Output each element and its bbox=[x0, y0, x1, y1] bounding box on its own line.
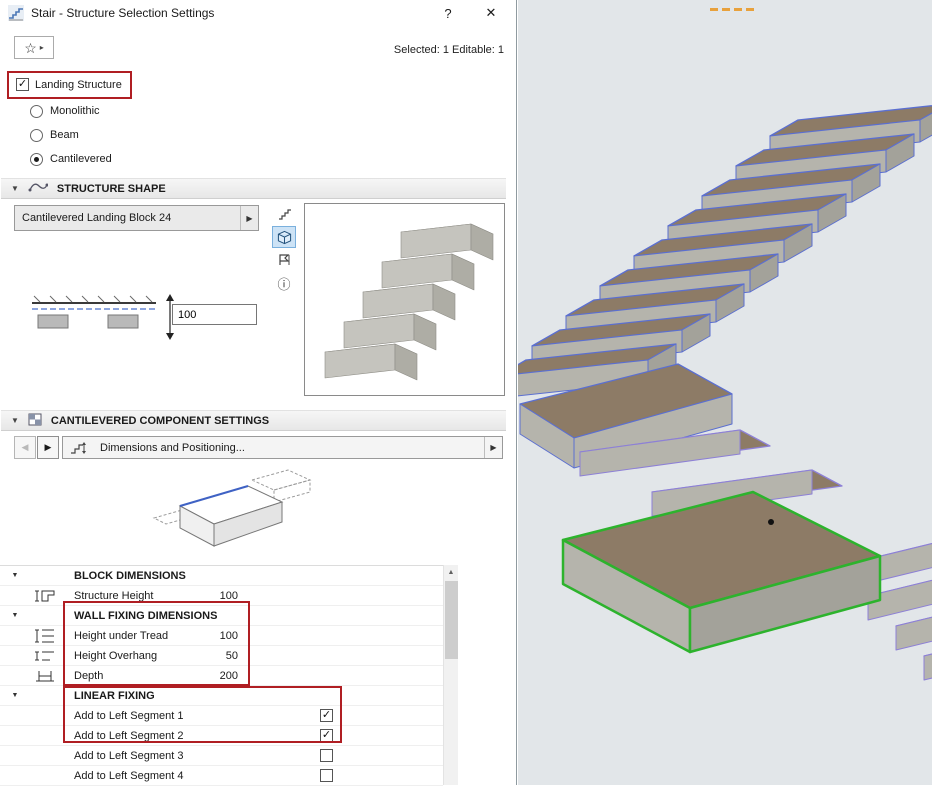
favorites-arrow-icon: ▸ bbox=[40, 43, 44, 52]
table-row[interactable]: Structure Height 100 bbox=[0, 586, 443, 606]
dropdown-value: Dimensions and Positioning... bbox=[93, 442, 478, 454]
radio-button[interactable] bbox=[30, 129, 43, 142]
row-label: BLOCK DIMENSIONS bbox=[74, 570, 186, 582]
radio-beam[interactable]: Beam bbox=[30, 127, 79, 143]
window-title: Stair - Structure Selection Settings bbox=[31, 6, 214, 20]
row-label: Height Overhang bbox=[74, 650, 157, 662]
landing-structure-label: Landing Structure bbox=[35, 79, 122, 91]
row-label: Add to Left Segment 3 bbox=[74, 750, 183, 762]
table-row[interactable]: Add to Left Segment 4 bbox=[0, 766, 443, 786]
collapse-triangle-icon[interactable]: ▼ bbox=[0, 612, 30, 619]
row-value[interactable]: 50 bbox=[168, 650, 238, 662]
collapse-triangle-icon[interactable]: ▼ bbox=[11, 184, 19, 193]
row-label: Add to Left Segment 1 bbox=[74, 710, 183, 722]
shape-icon bbox=[28, 181, 48, 196]
info-button[interactable]: ⓘ bbox=[272, 272, 296, 294]
selected-info: Selected: 1 Editable: 1 bbox=[394, 44, 504, 56]
dimensions-positioning-dropdown[interactable]: Dimensions and Positioning... ▶ bbox=[62, 436, 503, 459]
table-row[interactable]: Depth 200 bbox=[0, 666, 443, 686]
structure-preview-image bbox=[304, 203, 505, 396]
collapse-triangle-icon[interactable]: ▼ bbox=[11, 416, 19, 425]
table-row[interactable]: Height Overhang 50 bbox=[0, 646, 443, 666]
radio-cantilevered[interactable]: Cantilevered bbox=[30, 151, 112, 167]
dropdown-arrow-icon: ▶ bbox=[240, 206, 258, 230]
cantilever-block-diagram bbox=[140, 466, 330, 558]
row-value[interactable]: 200 bbox=[168, 670, 238, 682]
section-title: STRUCTURE SHAPE bbox=[57, 183, 166, 195]
dimensions-icon bbox=[69, 441, 87, 455]
fixing-diagram bbox=[28, 293, 188, 341]
settings-table: ▼ BLOCK DIMENSIONS Structure Height 100 ▼ WAL… bbox=[0, 565, 443, 785]
dropdown-value: Cantilevered Landing Block 24 bbox=[15, 212, 240, 224]
height-overhang-icon bbox=[30, 648, 74, 664]
component-settings-section-header[interactable]: ▼ CANTILEVERED COMPONENT SETTINGS bbox=[1, 410, 506, 431]
row-checkbox[interactable] bbox=[320, 749, 333, 762]
row-value[interactable]: 100 bbox=[168, 590, 238, 602]
plan-view-button[interactable] bbox=[272, 203, 296, 225]
table-row[interactable]: ▼ WALL FIXING DIMENSIONS bbox=[0, 606, 443, 626]
row-checkbox[interactable]: ✓ bbox=[320, 709, 333, 722]
table-row[interactable]: Add to Left Segment 1 ✓ bbox=[0, 706, 443, 726]
star-icon: ☆ bbox=[24, 41, 37, 55]
row-checkbox[interactable]: ✓ bbox=[320, 729, 333, 742]
table-row[interactable]: ▼ LINEAR FIXING bbox=[0, 686, 443, 706]
radio-button[interactable] bbox=[30, 153, 43, 166]
row-label: Add to Left Segment 2 bbox=[74, 730, 183, 742]
model-view-button[interactable] bbox=[272, 226, 296, 248]
row-label: Add to Left Segment 4 bbox=[74, 770, 183, 782]
offset-input[interactable] bbox=[172, 304, 257, 325]
close-button[interactable]: ✕ bbox=[470, 0, 512, 26]
table-row[interactable]: Add to Left Segment 3 bbox=[0, 746, 443, 766]
row-value[interactable]: 100 bbox=[168, 630, 238, 642]
help-button[interactable]: ? bbox=[430, 0, 466, 26]
component-icon bbox=[28, 413, 42, 429]
collapse-triangle-icon[interactable]: ▼ bbox=[0, 692, 30, 699]
tab-marker bbox=[710, 8, 754, 11]
nav-forward-button[interactable]: ▶ bbox=[37, 436, 59, 459]
structure-height-icon bbox=[30, 588, 74, 604]
scroll-up-button[interactable]: ▲ bbox=[444, 565, 458, 580]
model-point bbox=[768, 519, 774, 525]
concrete-steps-preview bbox=[305, 204, 504, 395]
landing-structure-checkbox[interactable]: ✓ bbox=[16, 78, 29, 91]
radio-label: Beam bbox=[50, 129, 79, 141]
row-label: LINEAR FIXING bbox=[74, 690, 155, 702]
table-row[interactable]: ▼ BLOCK DIMENSIONS bbox=[0, 566, 443, 586]
3d-viewport[interactable] bbox=[518, 0, 932, 785]
row-label: WALL FIXING DIMENSIONS bbox=[74, 610, 217, 622]
table-row[interactable]: Height under Tread100 bbox=[0, 626, 443, 646]
stair-app-icon bbox=[8, 5, 24, 21]
table-scrollbar[interactable]: ▲ bbox=[443, 565, 458, 785]
row-label: Height under Tread bbox=[74, 630, 168, 642]
nav-back-button[interactable]: ◀ bbox=[14, 436, 36, 459]
collapse-triangle-icon[interactable]: ▼ bbox=[0, 572, 30, 579]
scrollbar-thumb[interactable] bbox=[445, 581, 458, 659]
depth-icon bbox=[30, 668, 74, 684]
section-title: CANTILEVERED COMPONENT SETTINGS bbox=[51, 415, 269, 427]
row-checkbox[interactable] bbox=[320, 769, 333, 782]
height-under-tread-icon bbox=[30, 628, 74, 644]
structure-shape-dropdown[interactable]: Cantilevered Landing Block 24 ▶ bbox=[14, 205, 259, 231]
window-title-bar: Stair - Structure Selection Settings ? ✕ bbox=[0, 0, 516, 26]
landing-structure-row[interactable]: ✓ Landing Structure bbox=[16, 78, 122, 91]
structure-shape-section-header[interactable]: ▼ STRUCTURE SHAPE bbox=[1, 178, 506, 199]
section-view-button[interactable] bbox=[272, 249, 296, 271]
favorites-button[interactable]: ☆ ▸ bbox=[14, 36, 54, 59]
dropdown-arrow-icon: ▶ bbox=[484, 437, 502, 458]
radio-label: Cantilevered bbox=[50, 153, 112, 165]
stair-3d-model[interactable] bbox=[518, 0, 932, 785]
radio-label: Monolithic bbox=[50, 105, 100, 117]
radio-button[interactable] bbox=[30, 105, 43, 118]
table-row[interactable]: Add to Left Segment 2 ✓ bbox=[0, 726, 443, 746]
row-label: Depth bbox=[74, 670, 103, 682]
radio-monolithic[interactable]: Monolithic bbox=[30, 103, 100, 119]
row-label: Structure Height bbox=[74, 590, 153, 602]
stair-settings-dialog: Stair - Structure Selection Settings ? ✕… bbox=[0, 0, 517, 785]
